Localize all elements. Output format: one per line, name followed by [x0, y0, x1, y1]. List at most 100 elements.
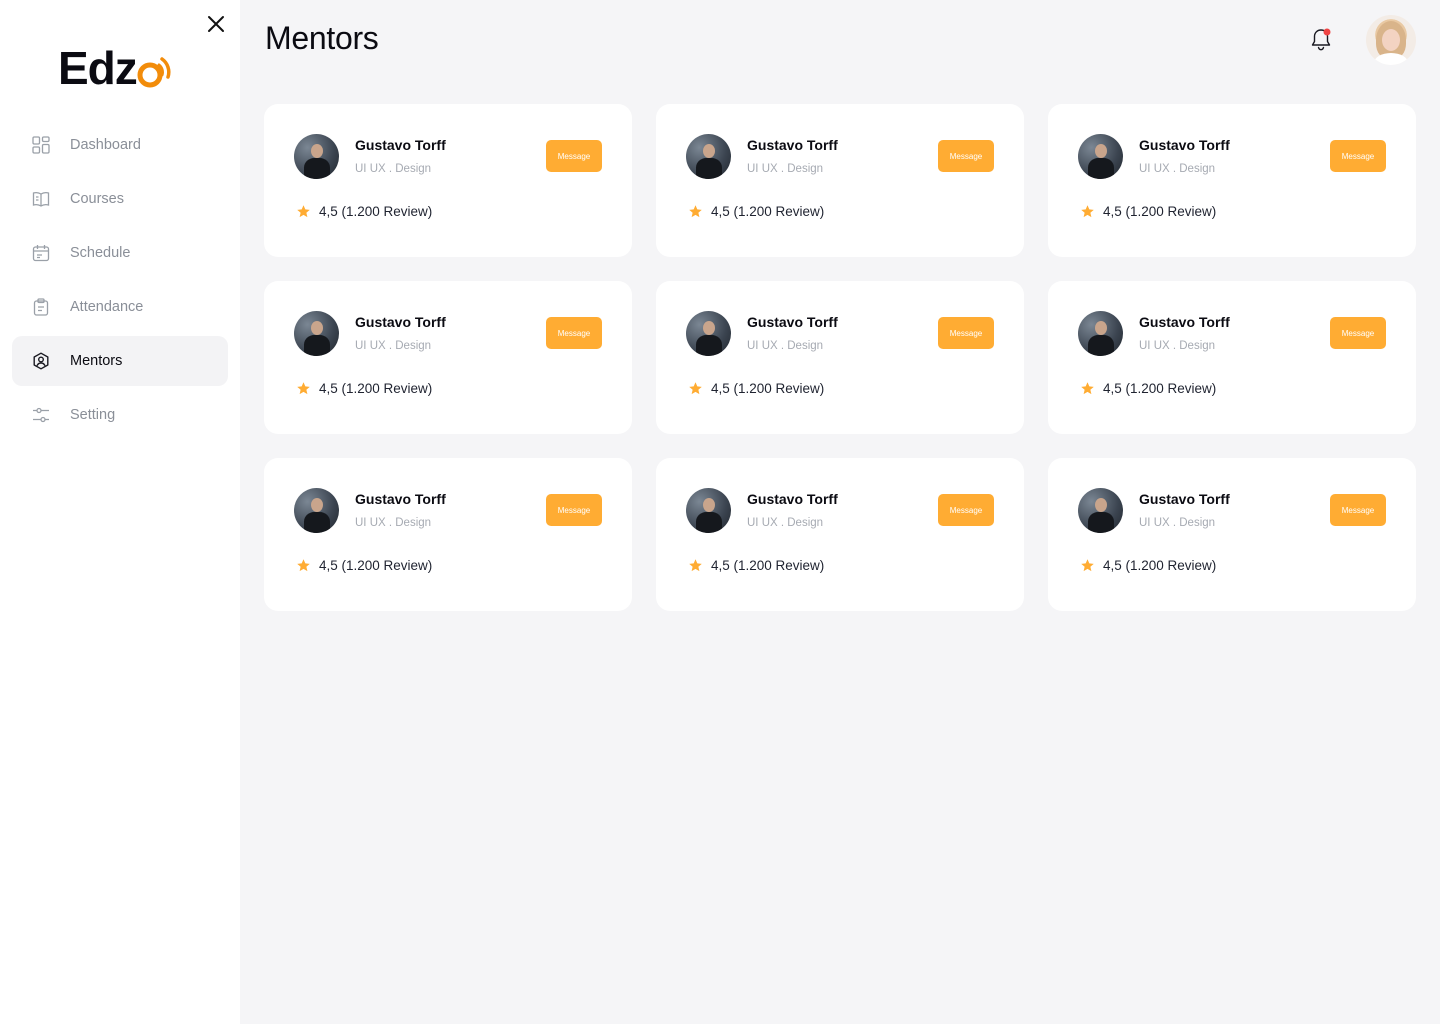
- mentor-role: UI UX . Design: [355, 517, 432, 529]
- rating-text: 4,5 (1.200 Review): [1103, 558, 1217, 573]
- mentor-card: Gustavo Torff UI UX . Design Message 4,5…: [264, 281, 632, 434]
- mentor-role: UI UX . Design: [747, 163, 824, 175]
- star-icon: [1081, 382, 1094, 395]
- mentor-rating: 4,5 (1.200 Review): [296, 204, 432, 219]
- star-icon: [297, 559, 310, 572]
- mentor-avatar: [686, 488, 731, 533]
- star-icon: [1081, 559, 1094, 572]
- star-icon: [297, 205, 310, 218]
- message-button[interactable]: Message: [546, 140, 602, 172]
- user-badge-icon: [32, 352, 50, 370]
- mentor-name: Gustavo Torff: [355, 137, 446, 153]
- rating-text: 4,5 (1.200 Review): [711, 204, 825, 219]
- mentor-role: UI UX . Design: [1139, 163, 1216, 175]
- sidebar-item-mentors[interactable]: Mentors: [12, 336, 228, 386]
- message-button[interactable]: Message: [546, 494, 602, 526]
- mentor-card: Gustavo Torff UI UX . Design Message 4,5…: [264, 104, 632, 257]
- rating-text: 4,5 (1.200 Review): [1103, 204, 1217, 219]
- close-sidebar-button[interactable]: [204, 12, 228, 36]
- mentor-card: Gustavo Torff UI UX . Design Message 4,5…: [264, 458, 632, 611]
- mentor-name: Gustavo Torff: [747, 137, 838, 153]
- mentor-card: Gustavo Torff UI UX . Design Message 4,5…: [1048, 458, 1416, 611]
- star-icon: [689, 559, 702, 572]
- notification-button[interactable]: [1309, 27, 1333, 53]
- sidebar: Edz Dashboard Courses Schedule Attendanc…: [0, 0, 240, 1024]
- message-button[interactable]: Message: [1330, 494, 1386, 526]
- profile-avatar[interactable]: [1366, 15, 1416, 65]
- sidebar-item-label: Attendance: [70, 299, 144, 315]
- star-icon: [297, 382, 310, 395]
- mentor-avatar: [1078, 311, 1123, 356]
- sidebar-item-label: Schedule: [70, 245, 131, 261]
- star-icon: [689, 205, 702, 218]
- rating-text: 4,5 (1.200 Review): [711, 558, 825, 573]
- mentor-name: Gustavo Torff: [1139, 491, 1230, 507]
- sidebar-item-schedule[interactable]: Schedule: [12, 228, 228, 278]
- mentor-card: Gustavo Torff UI UX . Design Message 4,5…: [656, 458, 1024, 611]
- page-title: Mentors: [265, 20, 379, 56]
- clipboard-icon: [32, 298, 50, 316]
- logo-text: Edz: [58, 42, 138, 94]
- message-button[interactable]: Message: [938, 140, 994, 172]
- mentor-rating: 4,5 (1.200 Review): [296, 381, 432, 396]
- mentor-card: Gustavo Torff UI UX . Design Message 4,5…: [656, 104, 1024, 257]
- mentor-avatar: [1078, 134, 1123, 179]
- message-button[interactable]: Message: [1330, 140, 1386, 172]
- mentor-rating: 4,5 (1.200 Review): [688, 381, 824, 396]
- mentor-avatar: [294, 488, 339, 533]
- mentor-name: Gustavo Torff: [355, 314, 446, 330]
- sidebar-nav: Dashboard Courses Schedule Attendance Me…: [12, 120, 228, 444]
- mentor-avatar: [686, 134, 731, 179]
- rating-text: 4,5 (1.200 Review): [319, 204, 433, 219]
- sliders-icon: [32, 406, 50, 424]
- mentor-avatar: [294, 134, 339, 179]
- grid-icon: [32, 136, 50, 154]
- mentor-name: Gustavo Torff: [355, 491, 446, 507]
- mentor-role: UI UX . Design: [355, 340, 432, 352]
- rating-text: 4,5 (1.200 Review): [1103, 381, 1217, 396]
- mentor-name: Gustavo Torff: [1139, 137, 1230, 153]
- mentor-name: Gustavo Torff: [747, 491, 838, 507]
- sidebar-item-label: Dashboard: [70, 137, 141, 153]
- mentor-avatar: [686, 311, 731, 356]
- bell-icon: [1311, 28, 1331, 51]
- sidebar-item-label: Mentors: [70, 353, 123, 369]
- mentor-rating: 4,5 (1.200 Review): [1080, 204, 1216, 219]
- mentors-grid: Gustavo Torff UI UX . Design Message 4,5…: [264, 104, 1416, 611]
- mentor-rating: 4,5 (1.200 Review): [1080, 381, 1216, 396]
- mentor-card: Gustavo Torff UI UX . Design Message 4,5…: [656, 281, 1024, 434]
- rating-text: 4,5 (1.200 Review): [319, 381, 433, 396]
- book-icon: [32, 190, 50, 208]
- sidebar-item-dashboard[interactable]: Dashboard: [12, 120, 228, 170]
- sidebar-item-label: Setting: [70, 407, 116, 423]
- sidebar-item-courses[interactable]: Courses: [12, 174, 228, 224]
- mentor-avatar: [294, 311, 339, 356]
- message-button[interactable]: Message: [1330, 317, 1386, 349]
- mentor-role: UI UX . Design: [355, 163, 432, 175]
- logo-o-signal-icon: [137, 57, 171, 88]
- calendar-icon: [32, 244, 50, 262]
- mentor-rating: 4,5 (1.200 Review): [296, 558, 432, 573]
- mentor-rating: 4,5 (1.200 Review): [1080, 558, 1216, 573]
- message-button[interactable]: Message: [938, 317, 994, 349]
- star-icon: [1081, 205, 1094, 218]
- close-icon: [208, 16, 224, 32]
- mentor-role: UI UX . Design: [1139, 340, 1216, 352]
- rating-text: 4,5 (1.200 Review): [319, 558, 433, 573]
- mentor-rating: 4,5 (1.200 Review): [688, 204, 824, 219]
- mentor-role: UI UX . Design: [747, 517, 824, 529]
- mentor-avatar: [1078, 488, 1123, 533]
- mentor-name: Gustavo Torff: [747, 314, 838, 330]
- sidebar-item-setting[interactable]: Setting: [12, 390, 228, 440]
- mentor-name: Gustavo Torff: [1139, 314, 1230, 330]
- rating-text: 4,5 (1.200 Review): [711, 381, 825, 396]
- mentor-role: UI UX . Design: [1139, 517, 1216, 529]
- star-icon: [689, 382, 702, 395]
- sidebar-item-attendance[interactable]: Attendance: [12, 282, 228, 332]
- mentor-card: Gustavo Torff UI UX . Design Message 4,5…: [1048, 281, 1416, 434]
- logo: Edz: [58, 40, 175, 96]
- message-button[interactable]: Message: [546, 317, 602, 349]
- mentor-role: UI UX . Design: [747, 340, 824, 352]
- message-button[interactable]: Message: [938, 494, 994, 526]
- mentor-rating: 4,5 (1.200 Review): [688, 558, 824, 573]
